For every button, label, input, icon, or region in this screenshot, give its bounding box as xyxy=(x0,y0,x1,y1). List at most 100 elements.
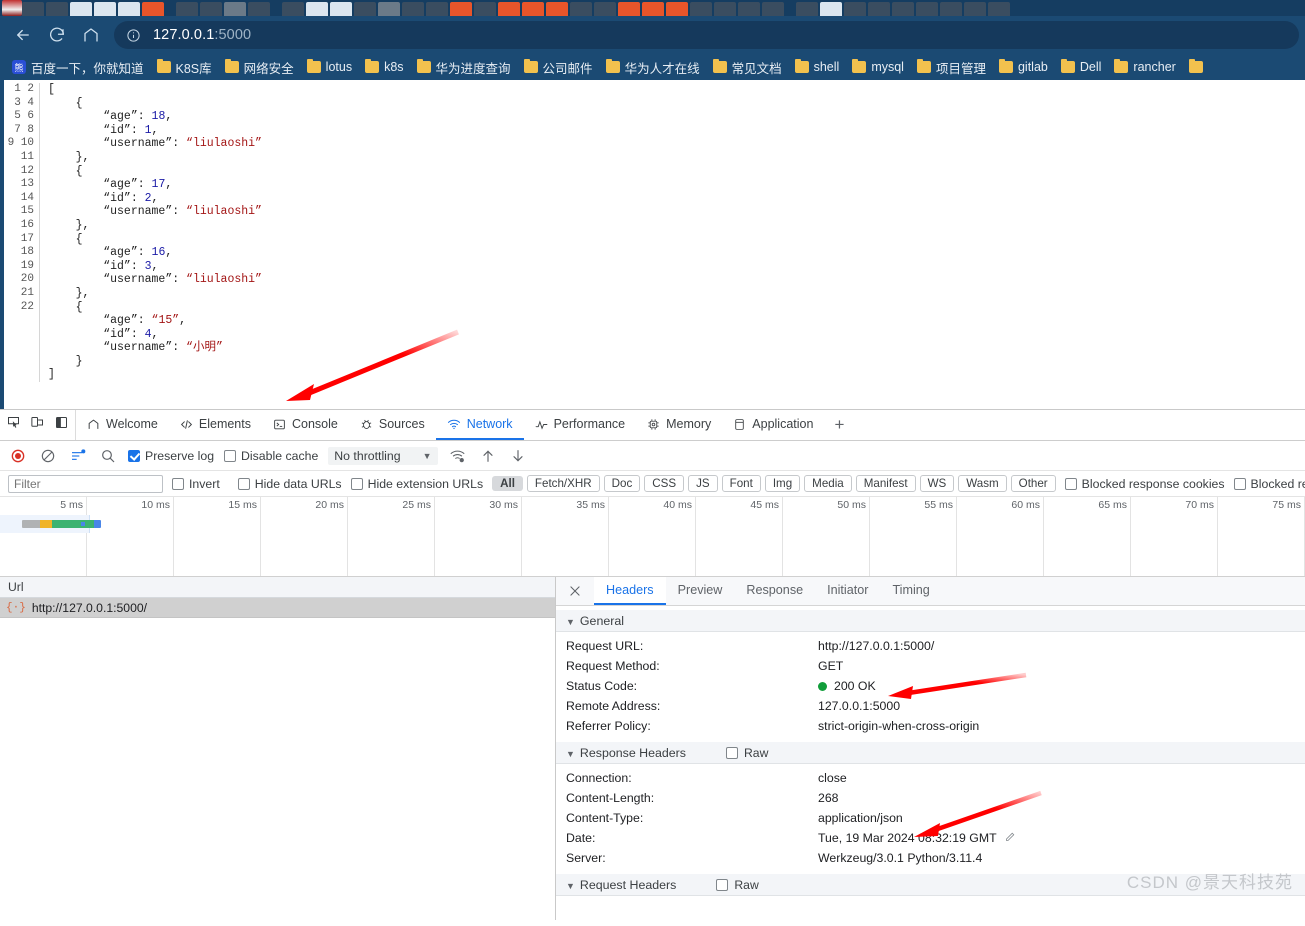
request-list[interactable]: Url {·} http://127.0.0.1:5000/ xyxy=(0,577,556,920)
filter-pill-all[interactable]: All xyxy=(492,476,523,491)
bookmark-K8S库[interactable]: K8S库 xyxy=(151,56,218,79)
filter-pill-css[interactable]: CSS xyxy=(644,475,685,492)
devtools-tab-memory[interactable]: Memory xyxy=(636,410,722,440)
blocked-response-cookies-checkbox[interactable]: Blocked response cookies xyxy=(1064,477,1225,491)
browser-tab[interactable] xyxy=(796,2,818,16)
inspect-icon[interactable] xyxy=(6,415,21,435)
filter-pill-fetch-xhr[interactable]: Fetch/XHR xyxy=(526,475,600,492)
browser-tab[interactable] xyxy=(306,2,328,16)
bookmark-k8s[interactable]: k8s xyxy=(359,58,409,76)
hide-data-urls-checkbox[interactable]: Hide data URLs xyxy=(237,477,342,491)
network-conditions-icon[interactable] xyxy=(448,446,468,466)
filter-pill-wasm[interactable]: Wasm xyxy=(958,475,1007,492)
back-arrow-icon[interactable] xyxy=(6,20,40,50)
browser-tab[interactable] xyxy=(940,2,962,16)
browser-tab[interactable] xyxy=(844,2,866,16)
hide-data-urls-box[interactable] xyxy=(237,477,250,490)
devtools-tab-welcome[interactable]: Welcome xyxy=(76,410,169,440)
bookmark-Dell[interactable]: Dell xyxy=(1055,58,1108,76)
browser-tab[interactable] xyxy=(618,2,640,16)
devtools-tab-console[interactable]: Console xyxy=(262,410,349,440)
tab-initiator[interactable]: Initiator xyxy=(815,577,880,605)
hide-extension-urls-box[interactable] xyxy=(350,477,363,490)
tab-timing[interactable]: Timing xyxy=(880,577,941,605)
browser-tab[interactable] xyxy=(94,2,116,16)
bookmark-公司邮件[interactable]: 公司邮件 xyxy=(518,56,599,79)
browser-tab[interactable] xyxy=(762,2,784,16)
blocked-response-cookies-box[interactable] xyxy=(1064,477,1077,490)
browser-tab[interactable] xyxy=(498,2,520,16)
browser-tab[interactable] xyxy=(118,2,140,16)
disable-cache-checkbox[interactable]: Disable cache xyxy=(224,449,318,463)
filter-pill-other[interactable]: Other xyxy=(1010,475,1056,492)
browser-tab[interactable] xyxy=(378,2,400,16)
devtools-tab-network[interactable]: Network xyxy=(435,410,524,440)
tab-response[interactable]: Response xyxy=(734,577,815,605)
raw-toggle-box[interactable] xyxy=(716,878,729,891)
browser-tab[interactable] xyxy=(330,2,352,16)
browser-tab[interactable] xyxy=(738,2,760,16)
filter-pill-media[interactable]: Media xyxy=(804,475,852,492)
devtools-tab-performance[interactable]: Performance xyxy=(524,410,637,440)
filter-pill-ws[interactable]: WS xyxy=(919,475,955,492)
bookmark-华为人才在线[interactable]: 华为人才在线 xyxy=(600,56,706,79)
disable-cache-box[interactable] xyxy=(224,449,237,462)
bookmark-网络安全[interactable]: 网络安全 xyxy=(219,56,300,79)
browser-tab[interactable] xyxy=(714,2,736,16)
hide-extension-urls-checkbox[interactable]: Hide extension URLs xyxy=(350,477,483,491)
browser-tab[interactable] xyxy=(176,2,198,16)
browser-tab[interactable] xyxy=(690,2,712,16)
browser-tab[interactable] xyxy=(426,2,448,16)
browser-tab[interactable] xyxy=(892,2,914,16)
browser-tab[interactable] xyxy=(46,2,68,16)
filter-pill-font[interactable]: Font xyxy=(721,475,761,492)
bookmark-百度一下，你就知道[interactable]: 熊百度一下，你就知道 xyxy=(6,56,150,79)
browser-tab[interactable] xyxy=(200,2,222,16)
browser-tab[interactable] xyxy=(570,2,592,16)
network-toolbar[interactable]: Preserve log Disable cache No throttling… xyxy=(0,441,1305,471)
browser-tab[interactable] xyxy=(988,2,1010,16)
browser-tab[interactable] xyxy=(474,2,496,16)
close-icon[interactable] xyxy=(556,577,594,605)
browser-tab[interactable] xyxy=(142,2,164,16)
request-detail-tab-bar[interactable]: Headers Preview Response Initiator Timing xyxy=(556,577,1305,606)
tab-headers[interactable]: Headers xyxy=(594,577,666,605)
browser-tab[interactable] xyxy=(916,2,938,16)
bookmark-shell[interactable]: shell xyxy=(789,58,846,76)
network-overview-timeline[interactable]: 5 ms 10 ms 15 ms 20 ms 25 ms 30 ms 35 ms 40 ms 4… xyxy=(0,497,1305,577)
add-panel-plus-icon[interactable]: + xyxy=(824,410,854,440)
browser-tab[interactable] xyxy=(450,2,472,16)
export-har-icon[interactable] xyxy=(508,446,528,466)
bookmark-item-15[interactable] xyxy=(1183,59,1209,75)
browser-tab[interactable] xyxy=(522,2,544,16)
network-filter-row[interactable]: Invert Hide data URLs Hide extension URL… xyxy=(0,471,1305,497)
devtools-tab-bar[interactable]: Welcome Elements Console Sources Network Perf… xyxy=(0,410,1305,441)
browser-tab[interactable] xyxy=(546,2,568,16)
raw-toggle-checkbox[interactable]: Raw xyxy=(716,878,759,892)
resource-type-filters[interactable]: All Fetch/XHR Doc CSS JS Font Img Media Manifest… xyxy=(492,475,1056,492)
invert-checkbox[interactable]: Invert xyxy=(172,477,220,491)
bookmark-常见文档[interactable]: 常见文档 xyxy=(707,56,788,79)
search-input[interactable] xyxy=(8,474,163,493)
raw-toggle-checkbox[interactable]: Raw xyxy=(726,746,768,760)
raw-toggle-box[interactable] xyxy=(726,746,738,759)
device-toolbar-icon[interactable] xyxy=(30,415,45,435)
request-rows[interactable]: {·} http://127.0.0.1:5000/ xyxy=(0,598,555,618)
invert-box[interactable] xyxy=(172,477,184,490)
browser-tab[interactable] xyxy=(964,2,986,16)
bookmark-华为进度查询[interactable]: 华为进度查询 xyxy=(411,56,517,79)
tab-preview[interactable]: Preview xyxy=(666,577,735,605)
pencil-icon[interactable] xyxy=(1004,831,1016,846)
browser-tab[interactable] xyxy=(248,2,270,16)
preserve-log-checkbox[interactable]: Preserve log xyxy=(128,449,214,463)
filter-settings-icon[interactable] xyxy=(68,446,88,466)
blocked-requests-checkbox[interactable]: Blocked requests xyxy=(1233,477,1305,491)
devtools-tab-sources[interactable]: Sources xyxy=(349,410,436,440)
section-header-general[interactable]: ▼ General xyxy=(556,610,1305,632)
clear-circle-icon[interactable] xyxy=(38,446,58,466)
address-bar[interactable]: 127.0.0.1:5000 xyxy=(114,21,1299,49)
browser-tab[interactable] xyxy=(642,2,664,16)
blocked-requests-box[interactable] xyxy=(1233,477,1246,490)
home-icon[interactable] xyxy=(74,20,108,50)
devtools-tab-application[interactable]: Application xyxy=(722,410,824,440)
